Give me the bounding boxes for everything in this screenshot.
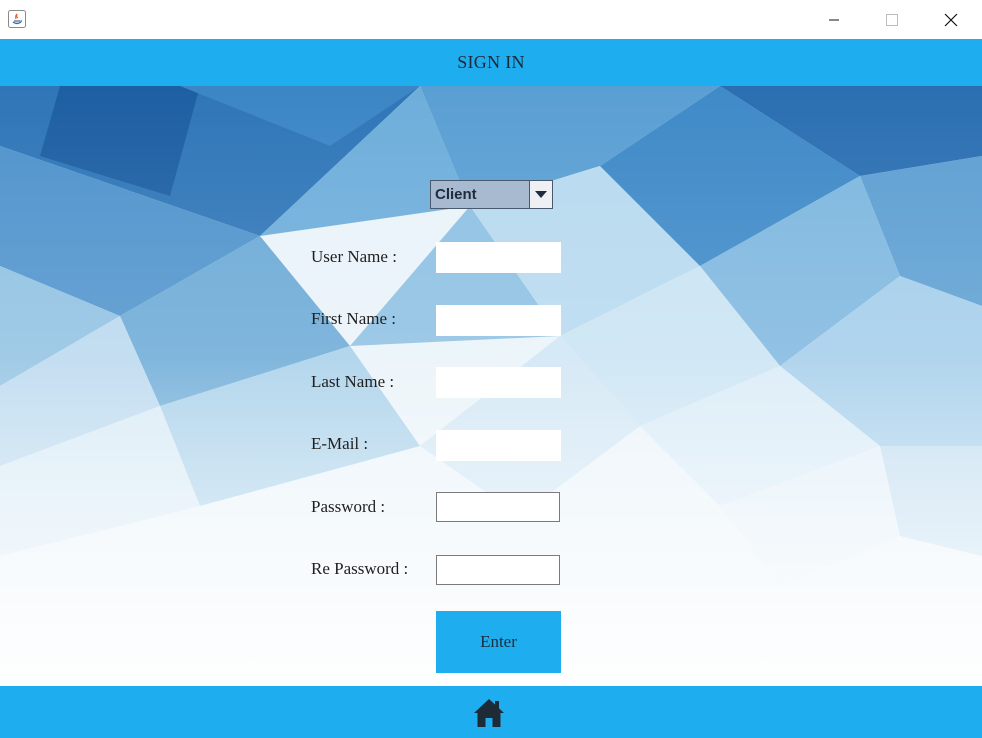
java-app-icon — [8, 10, 26, 28]
email-label: E-Mail : — [311, 434, 369, 453]
window-titlebar — [0, 0, 982, 39]
username-input[interactable] — [436, 242, 561, 273]
role-select-arrow-button[interactable] — [529, 181, 552, 208]
footer-bar — [0, 686, 982, 738]
minimize-icon — [829, 19, 839, 20]
maximize-icon — [886, 13, 898, 26]
window-maximize-button[interactable] — [863, 0, 921, 39]
home-button[interactable] — [471, 696, 507, 730]
lastname-label: Last Name : — [311, 372, 395, 391]
repassword-label: Re Password : — [311, 559, 409, 578]
window-minimize-button[interactable] — [805, 0, 863, 39]
username-label: User Name : — [311, 247, 397, 266]
repassword-input[interactable] — [436, 555, 560, 585]
role-select-value: Client — [435, 186, 477, 203]
header-bar: SIGN IN — [0, 39, 982, 86]
firstname-input[interactable] — [436, 305, 561, 336]
window-close-button[interactable] — [922, 0, 980, 39]
home-icon — [474, 699, 504, 727]
email-input[interactable] — [436, 430, 561, 461]
lastname-input[interactable] — [436, 367, 561, 398]
role-select[interactable]: Client — [430, 180, 553, 209]
enter-button[interactable]: Enter — [436, 611, 561, 673]
chevron-down-icon — [535, 190, 547, 198]
password-input[interactable] — [436, 492, 560, 522]
form-panel: Client User Name : First Name : Last Nam… — [0, 86, 982, 686]
page-title: SIGN IN — [457, 52, 525, 72]
close-icon — [944, 13, 958, 26]
firstname-label: First Name : — [311, 309, 396, 328]
password-label: Password : — [311, 497, 386, 516]
